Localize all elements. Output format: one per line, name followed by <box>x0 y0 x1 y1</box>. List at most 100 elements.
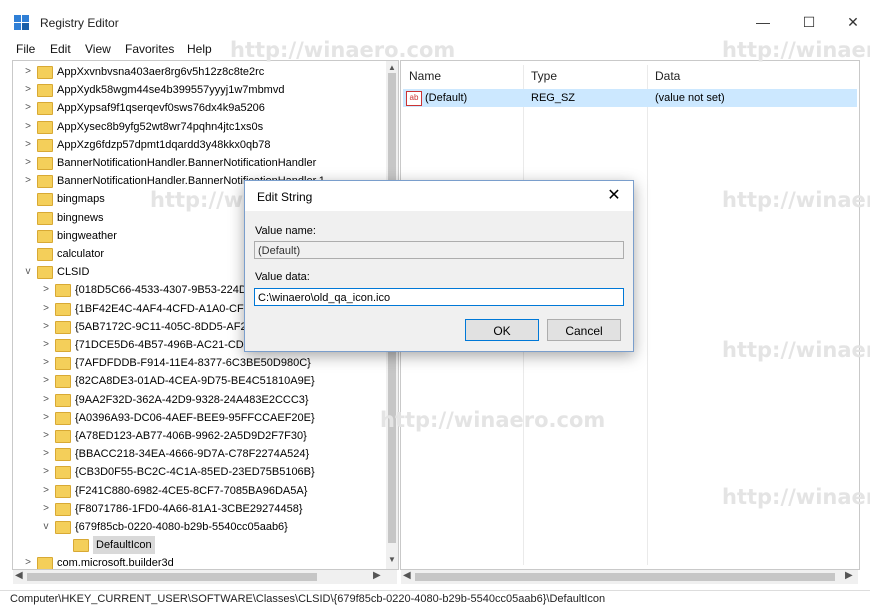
tree-item-label: bingweather <box>57 229 117 242</box>
tree-item[interactable]: > {A0396A93-DC06-4AEF-BEE9-95FFCCAEF20E} <box>13 409 385 427</box>
chevron-right-icon[interactable]: > <box>41 463 51 481</box>
folder-icon <box>55 302 71 316</box>
chevron-right-icon[interactable]: > <box>41 336 51 354</box>
tree-item[interactable]: > {CB3D0F55-BC2C-4C1A-85ED-23ED75B5106B} <box>13 463 385 481</box>
tree-item[interactable]: v {679f85cb-0220-4080-b29b-5540cc05aab6} <box>13 518 385 536</box>
tree-item[interactable]: > AppXydk58wgm44se4b399557yyyj1w7mbmvd <box>13 81 385 99</box>
chevron-right-icon[interactable]: > <box>41 427 51 445</box>
tree-hscroll-thumb[interactable] <box>27 573 317 581</box>
chevron-right-icon[interactable]: > <box>41 409 51 427</box>
tree-item[interactable]: > {7AFDFDDB-F914-11E4-8377-6C3BE50D980C} <box>13 354 385 372</box>
scroll-down-icon[interactable]: ▼ <box>388 555 396 564</box>
chevron-right-icon[interactable]: > <box>41 354 51 372</box>
scroll-up-icon[interactable]: ▲ <box>388 63 396 72</box>
folder-icon <box>37 102 53 116</box>
list-horizontal-scrollbar[interactable]: ◀ ▶ <box>401 570 858 584</box>
tree-item[interactable]: > BannerNotificationHandler.BannerNotific… <box>13 154 385 172</box>
ok-button[interactable]: OK <box>465 319 539 341</box>
tree-item[interactable]: > {A78ED123-AB77-406B-9962-2A5D9D2F7F30} <box>13 427 385 445</box>
tree-item[interactable]: > {9AA2F32D-362A-42D9-9328-24A483E2CCC3} <box>13 391 385 409</box>
column-data[interactable]: Data <box>655 69 680 83</box>
value-name: (Default) <box>425 92 468 104</box>
menu-view[interactable]: View <box>85 42 111 56</box>
dialog-close-icon[interactable]: ✕ <box>601 185 627 207</box>
tree-item[interactable]: > AppXxvnbvsna403aer8rg6v5h12z8c8te2rc <box>13 63 385 81</box>
folder-icon <box>55 411 71 425</box>
chevron-right-icon[interactable]: > <box>41 445 51 463</box>
chevron-right-icon[interactable]: > <box>23 172 33 190</box>
tree-item-label: AppXypsaf9f1qserqevf0sws76dx4k9a5206 <box>57 102 265 115</box>
chevron-right-icon[interactable]: > <box>41 300 51 318</box>
chevron-down-icon[interactable]: v <box>23 263 33 281</box>
watermark: http://winaero.com <box>722 188 870 212</box>
tree-item-label: {F241C880-6982-4CE5-8CF7-7085BA96DA5A} <box>75 484 308 497</box>
menu-favorites[interactable]: Favorites <box>125 42 174 56</box>
tree-item-label: {CB3D0F55-BC2C-4C1A-85ED-23ED75B5106B} <box>75 466 315 479</box>
tree-item[interactable]: > AppXypsaf9f1qserqevf0sws76dx4k9a5206 <box>13 99 385 117</box>
window-title: Registry Editor <box>40 16 119 30</box>
string-value-icon: ab <box>406 91 422 106</box>
chevron-right-icon[interactable]: > <box>23 63 33 81</box>
scroll-left-icon[interactable]: ◀ <box>15 570 23 581</box>
value-row-default[interactable]: ab (Default) REG_SZ (value not set) <box>403 89 857 107</box>
close-button[interactable]: ✕ <box>830 8 870 36</box>
folder-icon <box>55 521 71 534</box>
maximize-button[interactable]: ☐ <box>786 8 832 36</box>
chevron-right-icon[interactable]: > <box>23 118 33 136</box>
tree-item-label: calculator <box>57 248 105 260</box>
tree-item-label: {82CA8DE3-01AD-4CEA-9D75-BE4C51810A9E} <box>75 375 315 388</box>
menu-edit[interactable]: Edit <box>50 42 71 56</box>
menu-file[interactable]: File <box>16 42 35 56</box>
tree-item-label: bingmaps <box>57 193 105 206</box>
menu-help[interactable]: Help <box>187 42 212 56</box>
chevron-right-icon[interactable]: > <box>23 154 33 172</box>
tree-item-label: {A0396A93-DC06-4AEF-BEE9-95FFCCAEF20E} <box>75 411 315 424</box>
folder-icon <box>37 157 53 170</box>
chevron-right-icon[interactable]: > <box>23 81 33 99</box>
scroll-right-icon[interactable]: ▶ <box>845 570 853 581</box>
folder-icon <box>55 393 71 407</box>
chevron-down-icon[interactable]: v <box>41 518 51 536</box>
tree-item[interactable]: > {F241C880-6982-4CE5-8CF7-7085BA96DA5A} <box>13 482 385 500</box>
tree-item[interactable]: > {82CA8DE3-01AD-4CEA-9D75-BE4C51810A9E} <box>13 372 385 390</box>
scroll-right-icon[interactable]: ▶ <box>373 570 381 581</box>
chevron-right-icon[interactable]: > <box>41 500 51 518</box>
tree-item[interactable]: > AppXzg6fdzp57dpmt1dqardd3y48kkx0qb78 <box>13 136 385 154</box>
tree-item-label: bingnews <box>57 211 104 224</box>
folder-icon <box>37 66 53 79</box>
chevron-right-icon[interactable]: > <box>41 372 51 390</box>
folder-icon <box>55 430 71 443</box>
list-hscroll-thumb[interactable] <box>415 573 835 581</box>
tree-item-label: CLSID <box>57 266 90 279</box>
cancel-button[interactable]: Cancel <box>547 319 621 341</box>
chevron-right-icon[interactable]: > <box>23 99 33 117</box>
chevron-right-icon[interactable]: > <box>41 318 51 336</box>
tree-item[interactable]: > {F8071786-1FD0-4A66-81A1-3CBE29274458} <box>13 500 385 518</box>
value-data-input[interactable]: C:\winaero\old_qa_icon.ico <box>254 288 624 306</box>
column-divider <box>647 65 648 565</box>
tree-item-label: {7AFDFDDB-F914-11E4-8377-6C3BE50D980C} <box>75 357 311 370</box>
tree-item[interactable]: > {BBACC218-34EA-4666-9D7A-C78F2274A524} <box>13 445 385 463</box>
folder-icon <box>73 539 89 553</box>
folder-icon <box>37 193 53 207</box>
chevron-right-icon[interactable]: > <box>41 281 51 299</box>
tree-item[interactable]: > AppXysec8b9yfg52wt8wr74pqhn4jtc1xs0s <box>13 118 385 136</box>
value-data: (value not set) <box>655 92 725 104</box>
folder-icon <box>37 248 53 261</box>
chevron-right-icon[interactable]: > <box>23 554 33 569</box>
watermark: http://winaero.com <box>380 408 606 432</box>
value-data-label: Value data: <box>255 271 310 283</box>
chevron-right-icon[interactable]: > <box>23 136 33 154</box>
tree-horizontal-scrollbar[interactable]: ◀ ▶ <box>13 570 397 584</box>
folder-icon <box>55 375 71 389</box>
chevron-right-icon[interactable]: > <box>41 391 51 409</box>
scroll-left-icon[interactable]: ◀ <box>403 570 411 581</box>
tree-item[interactable]: > com.microsoft.builder3d <box>13 554 385 569</box>
tree-item-label: AppXzg6fdzp57dpmt1dqardd3y48kkx0qb78 <box>57 138 271 151</box>
watermark: http://winaero.com <box>722 38 870 62</box>
column-type[interactable]: Type <box>531 69 557 83</box>
chevron-right-icon[interactable]: > <box>41 482 51 500</box>
tree-item[interactable]: DefaultIcon <box>13 536 385 555</box>
minimize-button[interactable]: — <box>740 8 786 36</box>
column-name[interactable]: Name <box>409 69 441 83</box>
